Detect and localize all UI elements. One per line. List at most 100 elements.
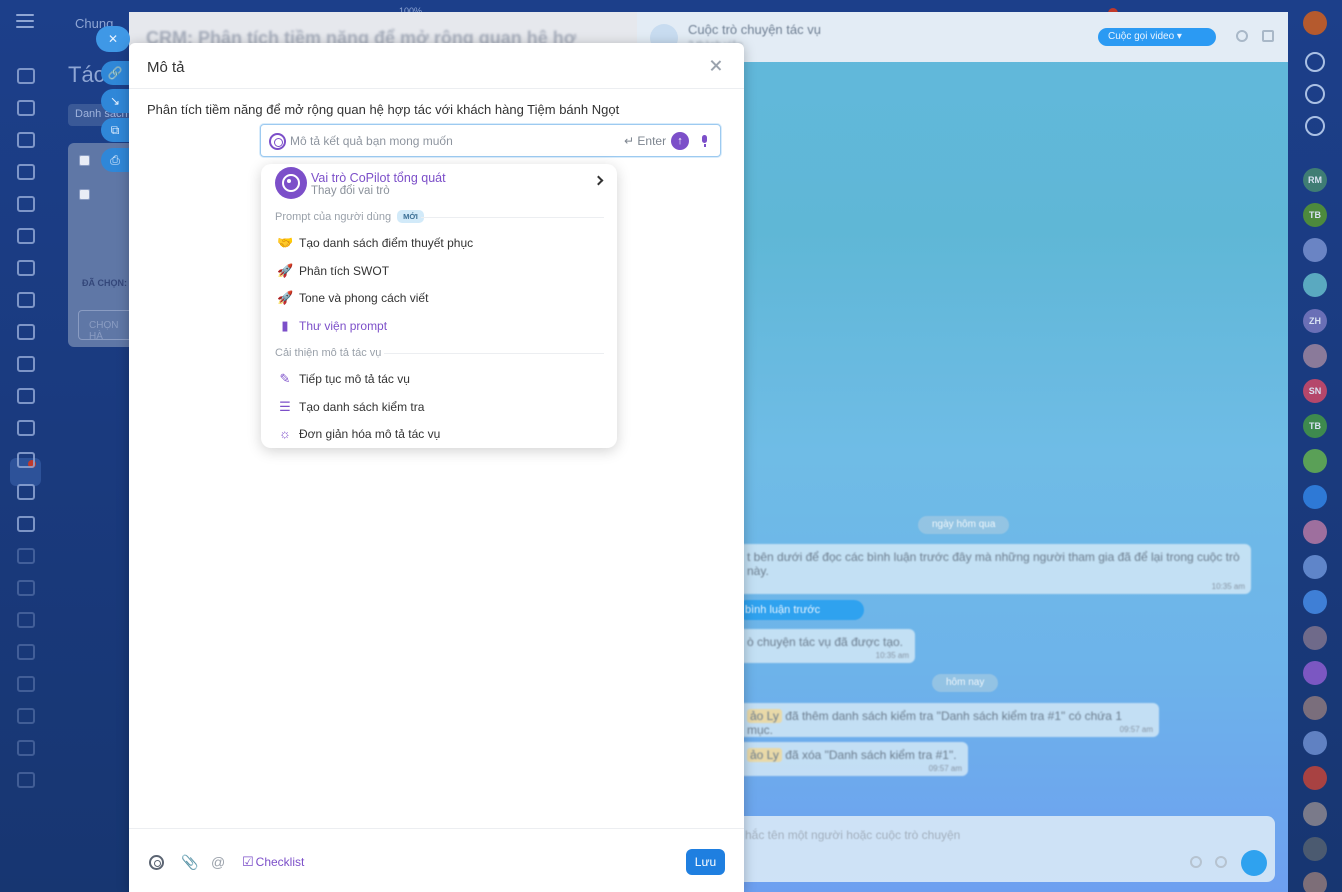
bell-icon[interactable] (1305, 52, 1325, 72)
menu-item-simplify-description[interactable]: ☼ Đơn giản hóa mô tả tác vụ (275, 423, 605, 445)
print-icon[interactable]: ⎙ (101, 148, 129, 172)
menu-item-tone-style[interactable]: 🚀 Tone và phong cách viết (275, 287, 605, 309)
previous-comments-button[interactable]: bình luận trước (737, 600, 864, 620)
chart-icon[interactable] (17, 708, 35, 724)
close-icon[interactable] (707, 57, 725, 75)
documents-icon[interactable] (17, 132, 35, 148)
contacts-icon[interactable] (17, 324, 35, 340)
microphone-icon[interactable] (1215, 856, 1227, 868)
copilot-avatar[interactable] (1303, 661, 1327, 685)
save-button[interactable]: Lưu (686, 849, 725, 875)
copilot-role-selector[interactable]: Vai trò CoPilot tổng quát Thay đổi vai t… (261, 164, 617, 208)
contact-avatar[interactable] (1303, 696, 1327, 720)
contact-avatar[interactable]: SN (1303, 379, 1327, 403)
section-divider (421, 217, 604, 218)
building-icon[interactable] (17, 644, 35, 660)
menu-item-prompt-library[interactable]: ▮ Thư viện prompt (275, 315, 605, 337)
message-time: 09:57 am (928, 764, 962, 773)
group-avatar[interactable] (1303, 238, 1327, 262)
contact-avatar[interactable] (1303, 802, 1327, 826)
sun-icon: ☼ (279, 426, 291, 441)
org-icon[interactable] (17, 676, 35, 692)
contact-avatar[interactable]: TB (1303, 414, 1327, 438)
feed-icon[interactable] (17, 100, 35, 116)
cart-icon[interactable] (17, 452, 35, 468)
contact-avatar[interactable] (1303, 872, 1327, 892)
funnel-icon[interactable] (17, 356, 35, 372)
menu-item-swot[interactable]: 🚀 Phân tích SWOT (275, 260, 605, 282)
modal-footer: 📎 @ ☑ Checklist Lưu (129, 828, 744, 892)
attachment-icon[interactable]: 📎 (181, 855, 198, 870)
edit-icon[interactable] (17, 772, 35, 788)
menu-item-continue-description[interactable]: ✎ Tiếp tục mô tả tác vụ (275, 368, 605, 390)
calendar-icon[interactable] (17, 196, 35, 212)
checklist-icon: ☑ (242, 854, 254, 869)
minimize-icon[interactable]: ↘ (101, 89, 129, 113)
group-avatar[interactable] (1303, 766, 1327, 790)
mention-icon[interactable]: @ (211, 855, 226, 870)
chat-search-icon[interactable] (1236, 30, 1248, 42)
tasks-icon[interactable] (17, 420, 35, 436)
message-text: t bên dưới để đọc các bình luận trước đâ… (747, 550, 1240, 564)
copilot-icon[interactable] (149, 855, 164, 870)
info-avatar[interactable] (1303, 485, 1327, 509)
chat-message: ò chuyện tác vụ đã được tạo. 10:35 am (737, 629, 915, 663)
send-message-button[interactable] (1241, 850, 1267, 876)
sheet-avatar[interactable] (1303, 449, 1327, 473)
target-icon[interactable] (17, 388, 35, 404)
select-all-checkbox[interactable] (79, 155, 90, 166)
video-call-button[interactable]: Cuộc gọi video ▾ (1098, 28, 1216, 46)
settings-icon[interactable] (17, 740, 35, 756)
user-avatar[interactable] (1303, 11, 1327, 35)
row-checkbox[interactable] (79, 189, 90, 200)
home-icon[interactable] (17, 68, 35, 84)
close-panel-button[interactable]: ✕ (96, 26, 130, 52)
microphone-icon[interactable] (699, 133, 711, 149)
copilot-prompt-box: ↵ Enter ↑ (260, 124, 721, 157)
menu-item-persuasion-points[interactable]: 🤝 Tạo danh sách điểm thuyết phục (275, 232, 605, 254)
copilot-icon[interactable] (1305, 84, 1325, 104)
emoji-icon[interactable] (1190, 856, 1202, 868)
checklist-button[interactable]: ☑ Checklist (242, 854, 304, 870)
card-icon[interactable] (17, 260, 35, 276)
chat-message: ảo Ly đã thêm danh sách kiểm tra "Danh s… (737, 703, 1159, 737)
message-author[interactable]: ảo Ly (747, 709, 782, 723)
message-author[interactable]: ảo Ly (747, 748, 782, 762)
chat-avatar-rail[interactable] (1303, 273, 1327, 297)
contact-avatar[interactable] (1303, 344, 1327, 368)
description-text[interactable]: Phân tích tiềm năng để mở rộng quan hệ h… (147, 102, 619, 117)
contact-avatar[interactable] (1303, 520, 1327, 544)
copilot-prompt-input[interactable] (290, 131, 610, 151)
chat-search-rail-icon[interactable] (1305, 116, 1325, 136)
group-avatar[interactable] (1303, 555, 1327, 579)
file-icon[interactable] (17, 228, 35, 244)
chat-input-placeholder: hắc tên một người hoặc cuộc trò chuyện (745, 828, 961, 842)
role-subtitle: Thay đổi vai trò (311, 185, 390, 197)
ct-icon[interactable] (17, 612, 35, 628)
enter-hint: ↵ Enter (624, 134, 666, 148)
contact-avatar[interactable] (1303, 837, 1327, 861)
messages-icon[interactable] (17, 164, 35, 180)
contact-avatar[interactable] (1303, 626, 1327, 650)
open-new-window-icon[interactable]: ⧉ (101, 118, 129, 142)
robot-icon[interactable] (17, 484, 35, 500)
modal-title: Mô tả (147, 59, 185, 76)
copilot-role-icon (275, 167, 307, 199)
group-avatar[interactable] (1303, 731, 1327, 755)
menu-item-label: Tạo danh sách điểm thuyết phục (299, 236, 474, 250)
link-icon[interactable]: 🔗 (101, 61, 129, 85)
hamburger-menu-icon[interactable] (16, 14, 34, 28)
contact-avatar[interactable]: ZH (1303, 309, 1327, 333)
chat-input-box[interactable] (730, 816, 1275, 882)
tg-icon[interactable] (17, 548, 35, 564)
chat-panel-toggle-icon[interactable] (1262, 30, 1274, 42)
contact-avatar[interactable]: TB (1303, 203, 1327, 227)
menu-item-create-checklist[interactable]: ☰ Tạo danh sách kiểm tra (275, 396, 605, 418)
mail-icon[interactable] (17, 292, 35, 308)
send-prompt-button[interactable]: ↑ (671, 132, 689, 150)
new-badge: MỚI (397, 210, 424, 223)
fb-icon[interactable] (17, 580, 35, 596)
bookmark-avatar[interactable] (1303, 590, 1327, 614)
contact-avatar[interactable]: RM (1303, 168, 1327, 192)
box-icon[interactable] (17, 516, 35, 532)
